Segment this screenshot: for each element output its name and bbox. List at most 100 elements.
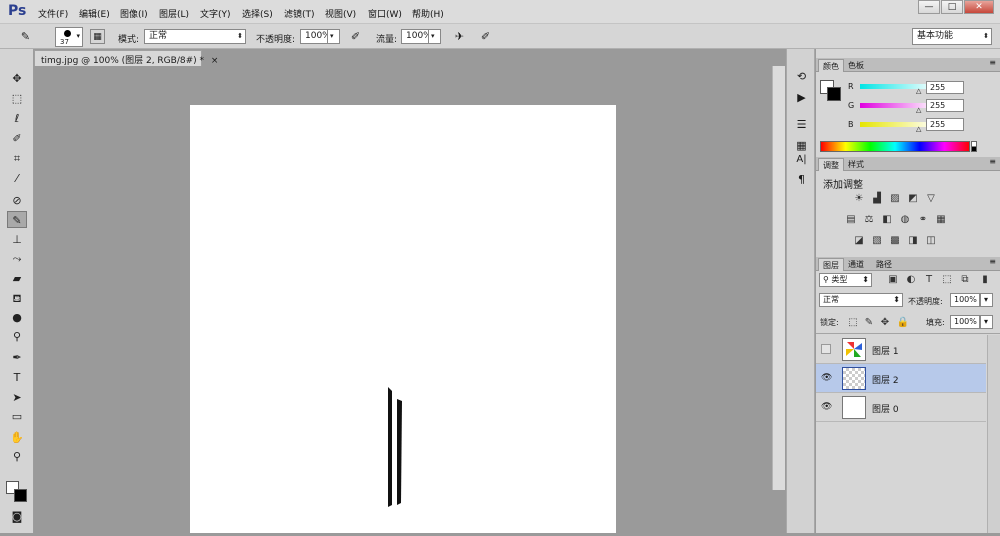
eye-icon[interactable]: 👁 [821,402,832,412]
tab-channels[interactable]: 通道 [844,258,868,271]
channel-mixer-icon[interactable]: ⚭ [916,214,930,226]
quick-select-icon[interactable]: ✐ [7,130,27,147]
history-brush-icon[interactable]: ⤳ [7,250,27,267]
lock-all-icon[interactable]: 🔒 [896,317,910,329]
layer-row-selected[interactable]: 👁 图层 2 [816,364,986,393]
exposure-icon[interactable]: ◩ [906,193,920,205]
zoom-icon[interactable]: ⚲ [7,448,27,465]
tab-styles[interactable]: 样式 [844,158,868,171]
menu-help[interactable]: 帮助(H) [412,7,444,20]
lasso-icon[interactable]: ℓ [7,110,27,127]
character-icon[interactable]: A| [793,152,810,168]
black-white-ramp[interactable] [971,141,977,152]
gradient-map-icon[interactable]: ◫ [924,235,938,247]
photo-filter-icon[interactable]: ◍ [898,214,912,226]
close-icon[interactable]: × [211,56,219,66]
opacity-dropdown[interactable]: ▾ [327,29,340,44]
brush-icon[interactable]: ✎ [7,211,27,228]
shape-filter-icon[interactable]: ⬚ [940,274,954,286]
vibrance-icon[interactable]: ▽ [924,193,938,205]
slider-handle-icon[interactable]: △ [916,125,921,133]
eraser-icon[interactable]: ▰ [7,270,27,287]
menu-view[interactable]: 视图(V) [325,7,356,20]
quick-mask-icon[interactable]: ◙ [7,508,27,525]
slider-handle-icon[interactable]: △ [916,87,921,95]
dodge-icon[interactable]: ⚲ [7,328,27,345]
red-value-input[interactable]: 255 [926,81,964,94]
curves-icon[interactable]: ▨ [888,193,902,205]
lock-transparent-icon[interactable]: ⬚ [846,317,860,329]
marquee-icon[interactable]: ⬚ [7,90,27,107]
airbrush-icon[interactable]: ✈ [452,29,467,44]
green-value-input[interactable]: 255 [926,99,964,112]
invert-icon[interactable]: ◪ [852,235,866,247]
paragraph-icon[interactable]: ¶ [793,172,810,188]
stamp-icon[interactable]: ⊥ [7,231,27,248]
path-select-icon[interactable]: ➤ [7,389,27,406]
blue-value-input[interactable]: 255 [926,118,964,131]
visibility-toggle-empty[interactable] [821,344,831,354]
filter-toggle-icon[interactable]: ▮ [978,274,992,286]
minimize-button[interactable]: — [918,0,940,14]
pixel-filter-icon[interactable]: ▣ [886,274,900,286]
hand-icon[interactable]: ✋ [7,429,27,446]
panel-menu-icon[interactable]: ≡ [989,157,996,166]
layer-filter-select[interactable]: ⚲ 类型 ⬍ [819,273,872,287]
pressure-size-icon[interactable]: ✐ [478,29,493,44]
green-slider[interactable] [860,103,936,108]
crop-icon[interactable]: ⌗ [7,150,27,167]
tab-swatches[interactable]: 色板 [844,59,868,72]
opacity-input[interactable]: 100% [300,29,331,44]
smart-object-filter-icon[interactable]: ⧉ [958,274,972,286]
blue-slider[interactable] [860,122,936,127]
document-canvas[interactable] [190,105,616,533]
bg-color-swatch[interactable] [827,87,841,101]
move-icon[interactable]: ✥ [7,70,27,87]
type-filter-icon[interactable]: T [922,274,936,286]
brightness-icon[interactable]: ☀ [852,193,866,205]
type-icon[interactable]: T [7,369,27,386]
posterize-icon[interactable]: ▧ [870,235,884,247]
eye-icon[interactable]: 👁 [821,373,832,383]
panel-menu-icon[interactable]: ≡ [989,257,996,266]
menu-file[interactable]: 文件(F) [38,7,68,20]
fill-input[interactable]: 100% [950,315,980,329]
blend-mode-select[interactable]: 正常 ⬍ [819,293,903,307]
document-tab[interactable]: timg.jpg @ 100% (图层 2, RGB/8#) * × [34,50,218,66]
history-icon[interactable]: ⟲ [793,69,810,85]
lock-position-icon[interactable]: ✥ [878,317,892,329]
tab-layers[interactable]: 图层 [818,258,844,271]
healing-icon[interactable]: ⊘ [7,192,27,209]
close-button[interactable]: ✕ [964,0,994,14]
pen-icon[interactable]: ✒ [7,349,27,366]
black-white-icon[interactable]: ◧ [880,214,894,226]
menu-type[interactable]: 文字(Y) [200,7,231,20]
brush-picker[interactable]: 37 ▾ [55,27,83,47]
brush-panel-icon[interactable]: ▦ [90,29,105,44]
shape-icon[interactable]: ▭ [7,408,27,425]
menu-select[interactable]: 选择(S) [242,7,273,20]
threshold-icon[interactable]: ▩ [888,235,902,247]
flow-dropdown[interactable]: ▾ [428,29,441,44]
blur-icon[interactable]: ● [7,309,27,326]
properties-icon[interactable]: ☰ [793,117,810,133]
layer-row[interactable]: 图层 1 [816,335,986,364]
maximize-button[interactable]: □ [941,0,963,14]
selective-color-icon[interactable]: ◨ [906,235,920,247]
vertical-scrollbar[interactable] [772,66,785,490]
background-color-swatch[interactable] [14,489,27,502]
eyedropper-icon[interactable]: ⁄ [7,170,27,187]
color-lookup-icon[interactable]: ▦ [934,214,948,226]
menu-filter[interactable]: 滤镜(T) [284,7,315,20]
menu-layer[interactable]: 图层(L) [159,7,189,20]
actions-play-icon[interactable]: ▶ [793,90,810,106]
menu-window[interactable]: 窗口(W) [368,7,402,20]
workspace-select[interactable]: 基本功能 ⬍ [912,28,992,45]
flow-input[interactable]: 100% [401,29,432,44]
hue-saturation-icon[interactable]: ▤ [844,214,858,226]
levels-icon[interactable]: ▟ [870,193,884,205]
panel-menu-icon[interactable]: ≡ [989,58,996,67]
layers-scrollbar[interactable] [987,335,1000,533]
slider-handle-icon[interactable]: △ [916,106,921,114]
tab-adjustments[interactable]: 调整 [818,158,844,171]
